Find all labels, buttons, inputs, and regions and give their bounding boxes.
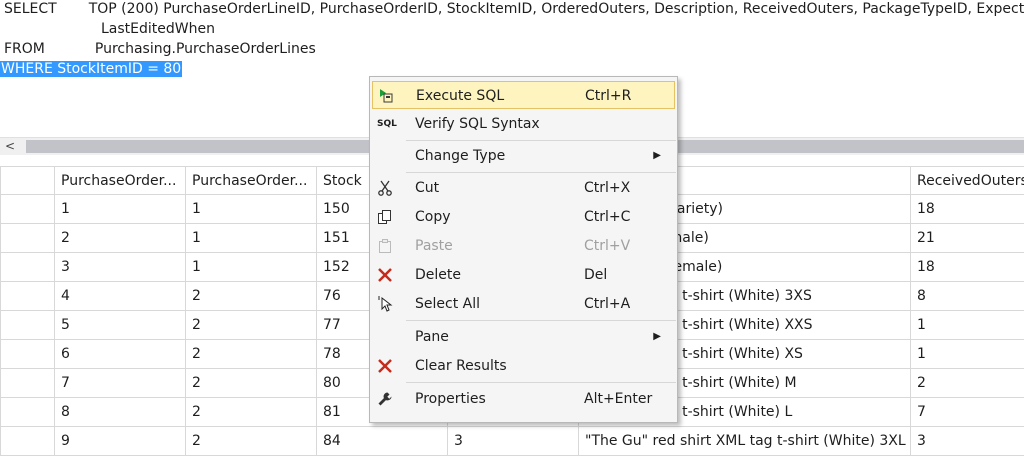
- wrench-icon: [377, 391, 393, 407]
- paste-icon: [377, 238, 393, 254]
- row-header-corner[interactable]: [1, 167, 55, 195]
- sql-keyword-select: SELECT: [4, 0, 57, 19]
- table-cell[interactable]: "The Gu" red shirt XML tag t-shirt (Whit…: [579, 427, 911, 456]
- execute-sql-icon: [378, 88, 394, 104]
- table-cell[interactable]: 6: [55, 340, 186, 369]
- menu-item-pane[interactable]: Pane ▶: [372, 323, 675, 351]
- menu-item-verify-sql[interactable]: SQL Verify SQL Syntax: [372, 110, 675, 138]
- row-header[interactable]: [1, 311, 55, 340]
- sql-line-select: SELECT TOP (200) PurchaseOrderLineID, Pur…: [4, 0, 1024, 19]
- menu-label: Delete: [415, 261, 461, 289]
- table-cell[interactable]: 3: [55, 253, 186, 282]
- table-cell[interactable]: 9: [55, 427, 186, 456]
- context-menu: Execute SQL Ctrl+R SQL Verify SQL Syntax…: [369, 76, 678, 423]
- menu-item-properties[interactable]: Properties Alt+Enter: [372, 385, 675, 413]
- table-cell[interactable]: 2: [55, 224, 186, 253]
- table-cell[interactable]: 4: [55, 282, 186, 311]
- clear-x-icon: [377, 358, 393, 374]
- menu-label: Select All: [415, 290, 480, 318]
- submenu-arrow-icon: ▶: [653, 323, 661, 351]
- row-header[interactable]: [1, 253, 55, 282]
- menu-label: Execute SQL: [416, 82, 504, 110]
- table-cell[interactable]: 8: [55, 398, 186, 427]
- row-header[interactable]: [1, 427, 55, 456]
- menu-label: Copy: [415, 203, 451, 231]
- table-cell[interactable]: 5: [55, 311, 186, 340]
- table-cell[interactable]: 2: [186, 427, 317, 456]
- menu-item-select-all[interactable]: Select All Ctrl+A: [372, 290, 675, 318]
- table-cell[interactable]: 2: [186, 369, 317, 398]
- table-cell[interactable]: 1: [911, 340, 1024, 369]
- menu-label: Properties: [415, 385, 486, 413]
- sql-select-columns: TOP (200) PurchaseOrderLineID, PurchaseO…: [89, 1, 1024, 17]
- sql-line-columns-cont: LastEditedWhen: [101, 19, 215, 39]
- table-cell[interactable]: 7: [911, 398, 1024, 427]
- menu-label: Clear Results: [415, 352, 507, 380]
- scroll-left-arrow[interactable]: <: [2, 138, 18, 155]
- select-all-icon: [377, 296, 393, 312]
- menu-shortcut: Ctrl+X: [584, 174, 630, 202]
- menu-item-copy[interactable]: Copy Ctrl+C: [372, 203, 675, 231]
- table-cell[interactable]: 18: [911, 195, 1024, 224]
- menu-item-cut[interactable]: Cut Ctrl+X: [372, 174, 675, 202]
- table-cell[interactable]: 1: [55, 195, 186, 224]
- verify-sql-icon: SQL: [377, 116, 393, 132]
- menu-shortcut: Ctrl+A: [584, 290, 630, 318]
- column-header[interactable]: PurchaseOrder...: [186, 167, 317, 195]
- menu-item-clear-results[interactable]: Clear Results: [372, 352, 675, 380]
- table-cell[interactable]: 7: [55, 369, 186, 398]
- table-cell[interactable]: 1: [186, 224, 317, 253]
- table-cell[interactable]: 84: [317, 427, 448, 456]
- menu-item-delete[interactable]: Delete Del: [372, 261, 675, 289]
- row-header[interactable]: [1, 398, 55, 427]
- menu-label: Pane: [415, 323, 449, 351]
- table-cell[interactable]: 2: [911, 369, 1024, 398]
- table-row[interactable]: 92843"The Gu" red shirt XML tag t-shirt …: [1, 427, 1024, 456]
- delete-x-icon: [377, 267, 393, 283]
- table-cell[interactable]: 8: [911, 282, 1024, 311]
- copy-icon: [377, 209, 393, 225]
- sql-line-from: FROM Purchasing.PurchaseOrderLines: [4, 39, 316, 59]
- row-header[interactable]: [1, 282, 55, 311]
- sql-keyword-from: FROM: [4, 39, 45, 59]
- sql-line-where: WHERE StockItemID = 80: [0, 59, 182, 79]
- table-cell[interactable]: 1: [911, 311, 1024, 340]
- menu-shortcut: Ctrl+R: [585, 82, 631, 110]
- menu-label: Paste: [415, 232, 453, 260]
- table-cell[interactable]: 2: [186, 282, 317, 311]
- menu-shortcut: Ctrl+C: [584, 203, 630, 231]
- menu-item-change-type[interactable]: Change Type ▶: [372, 142, 675, 170]
- submenu-arrow-icon: ▶: [653, 142, 661, 170]
- row-header[interactable]: [1, 369, 55, 398]
- menu-separator: [406, 172, 676, 173]
- table-cell[interactable]: 2: [186, 398, 317, 427]
- table-cell[interactable]: 2: [186, 311, 317, 340]
- column-header[interactable]: ReceivedOuters: [911, 167, 1024, 195]
- row-header[interactable]: [1, 195, 55, 224]
- table-cell[interactable]: 3: [448, 427, 579, 456]
- menu-label: Cut: [415, 174, 439, 202]
- table-cell[interactable]: 21: [911, 224, 1024, 253]
- table-cell[interactable]: 18: [911, 253, 1024, 282]
- column-header[interactable]: PurchaseOrder...: [55, 167, 186, 195]
- menu-item-execute-sql[interactable]: Execute SQL Ctrl+R: [372, 81, 675, 109]
- menu-label: Change Type: [415, 142, 505, 170]
- table-cell[interactable]: 1: [186, 253, 317, 282]
- table-cell[interactable]: 1: [186, 195, 317, 224]
- menu-shortcut: Alt+Enter: [584, 385, 652, 413]
- row-header[interactable]: [1, 224, 55, 253]
- row-header[interactable]: [1, 340, 55, 369]
- sql-from-table: Purchasing.PurchaseOrderLines: [95, 41, 316, 57]
- menu-separator: [406, 320, 676, 321]
- table-cell[interactable]: 3: [911, 427, 1024, 456]
- table-cell[interactable]: 2: [186, 340, 317, 369]
- menu-shortcut: Ctrl+V: [584, 232, 630, 260]
- menu-item-paste[interactable]: Paste Ctrl+V: [372, 232, 675, 260]
- menu-shortcut: Del: [584, 261, 607, 289]
- menu-label: Verify SQL Syntax: [415, 110, 540, 138]
- menu-separator: [406, 140, 676, 141]
- menu-separator: [406, 382, 676, 383]
- scissors-icon: [377, 180, 393, 196]
- sql-where-selected: WHERE StockItemID = 80: [0, 61, 182, 77]
